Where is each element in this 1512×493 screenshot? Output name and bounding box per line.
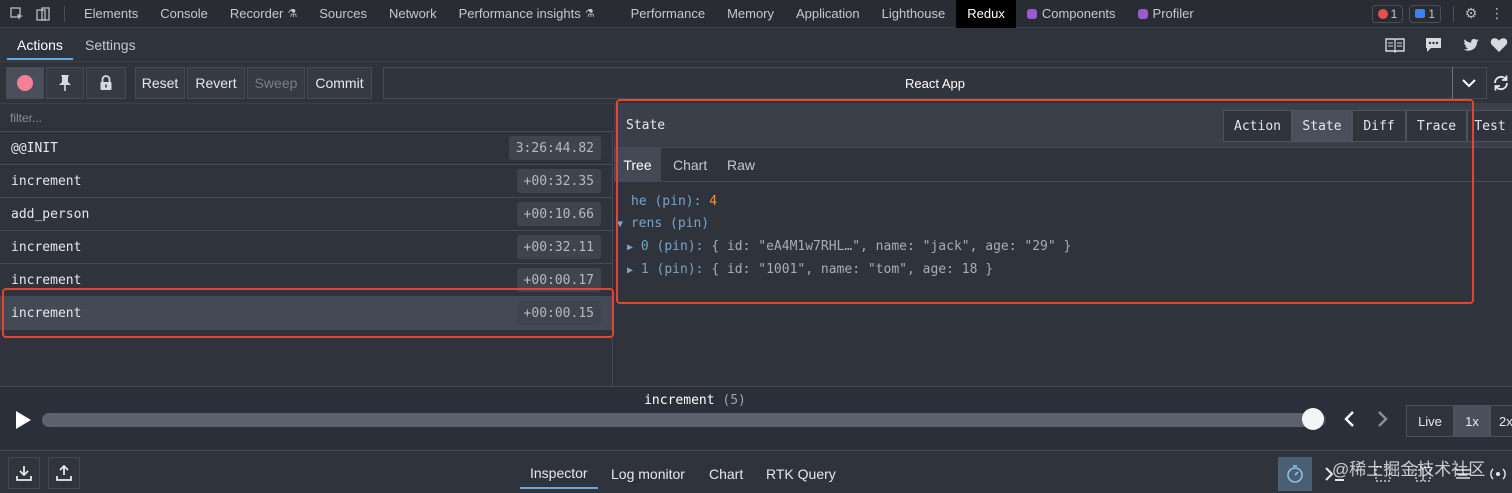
export-button[interactable] [48,457,80,489]
import-button[interactable] [8,457,40,489]
gear-icon[interactable]: ⚙ [1458,0,1484,28]
message-icon [1415,9,1426,18]
tab-inspector[interactable]: Inspector [520,459,598,489]
book-icon[interactable] [1376,28,1414,62]
sync-icon[interactable] [1490,67,1512,99]
revert-button[interactable]: Revert [187,67,245,99]
highlight-box-state [616,99,1474,304]
message-count: 1 [1428,6,1435,21]
react-icon [1137,8,1148,19]
timeline-slider[interactable] [42,413,1326,427]
filter-input[interactable] [0,104,613,131]
tab-profiler-label: Profiler [1152,6,1194,21]
instance-selector-value: React App [905,75,965,91]
tab-log-monitor[interactable]: Log monitor [611,459,685,489]
speed-2x-button[interactable]: 2x [1490,405,1512,437]
action-list-panel: @@INIT 3:26:44.82 increment +00:32.35 ad… [0,104,613,386]
tab-elements[interactable]: Elements [73,0,149,28]
error-count: 1 [1390,6,1398,21]
toolbar-divider [64,5,65,22]
record-button[interactable] [6,67,44,99]
download-icon [16,466,32,481]
step-forward-icon[interactable] [1372,407,1394,431]
action-item[interactable]: add_person +00:10.66 [0,198,613,231]
tab-performance-insights-label: Performance insights [458,6,581,21]
slider-handle[interactable] [1302,408,1324,430]
live-button[interactable]: Live [1406,405,1454,437]
tab-actions[interactable]: Actions [17,28,63,62]
action-timestamp: +00:32.11 [516,235,601,259]
tab-console[interactable]: Console [149,0,219,28]
flask-icon: ⚗ [584,8,595,20]
watermark: @稀土掘金技术社区 [1332,460,1486,479]
timer-icon[interactable] [1278,457,1312,491]
tab-settings[interactable]: Settings [85,28,136,62]
action-timestamp: +00:10.66 [516,202,601,226]
slider-label: increment (5) [620,393,770,408]
action-timestamp: 3:26:44.82 [508,136,601,160]
chat-icon[interactable] [1414,28,1452,62]
active-tab-indicator [7,58,73,60]
react-icon [1026,8,1037,19]
highlight-box-selected-action [2,288,614,338]
chevron-down-icon[interactable] [1452,67,1484,99]
timeline-slider-bar: increment (5) Live 1x 2x [0,386,1512,450]
instance-selector[interactable]: React App [383,67,1487,99]
tab-recorder-label: Recorder [229,6,284,21]
message-count-badge[interactable]: 1 [1409,4,1441,23]
record-icon [17,75,33,91]
play-icon[interactable] [14,411,32,429]
tab-rtk-query[interactable]: RTK Query [766,459,836,489]
tab-sources[interactable]: Sources [308,0,378,28]
current-action-index: (5) [722,393,746,408]
monitor-bar: Inspector Log monitor Chart RTK Query [0,450,1512,493]
error-count-badge[interactable]: 1 [1371,4,1404,23]
heart-icon[interactable] [1490,28,1512,62]
tab-profiler[interactable]: Profiler [1127,0,1205,28]
pin-icon [59,75,71,91]
reset-button[interactable]: Reset [135,67,185,99]
tab-components-label: Components [1041,6,1116,21]
tab-performance[interactable]: Performance [620,0,716,28]
device-toolbar-icon[interactable] [30,0,56,28]
step-back-icon[interactable] [1338,407,1360,431]
flask-icon: ⚗ [287,8,298,20]
more-options-icon[interactable]: ⋮ [1484,0,1510,28]
tab-chart-monitor[interactable]: Chart [709,459,743,489]
header-icons [1376,28,1512,62]
lock-icon [100,75,112,90]
inspect-element-icon[interactable] [4,0,30,28]
tab-redux[interactable]: Redux [956,0,1016,28]
twitter-icon[interactable] [1452,28,1490,62]
redux-subtab-bar: Actions Settings [0,28,1512,62]
tab-memory[interactable]: Memory [716,0,785,28]
redux-toolbar: Reset Revert Sweep Commit React App [0,62,1512,104]
tab-network[interactable]: Network [378,0,448,28]
tab-components[interactable]: Components [1016,0,1127,28]
tab-performance-insights[interactable]: Performance insights ⚗ [448,0,606,28]
upload-icon [56,465,72,481]
toolbar-divider [1453,5,1454,22]
action-timestamp: +00:32.35 [516,169,601,193]
tab-application[interactable]: Application [785,0,871,28]
tab-recorder[interactable]: Recorder ⚗ [219,0,308,28]
action-item[interactable]: increment +00:32.11 [0,231,613,264]
timeline-slider-fill [42,413,1315,427]
action-item[interactable]: increment +00:32.35 [0,165,613,198]
speed-1x-button[interactable]: 1x [1454,405,1490,437]
commit-button[interactable]: Commit [307,67,372,99]
devtools-tabbar: Elements Console Recorder ⚗ Sources Netwo… [0,0,1512,28]
current-action-name: increment [644,393,715,408]
filter-field [0,104,613,132]
tab-lighthouse[interactable]: Lighthouse [871,0,957,28]
pin-button[interactable] [46,67,84,99]
error-icon [1377,8,1388,19]
lock-button[interactable] [86,67,126,99]
broadcast-icon[interactable] [1484,457,1512,491]
action-item[interactable]: @@INIT 3:26:44.82 [0,132,613,165]
sweep-button[interactable]: Sweep [247,67,305,99]
